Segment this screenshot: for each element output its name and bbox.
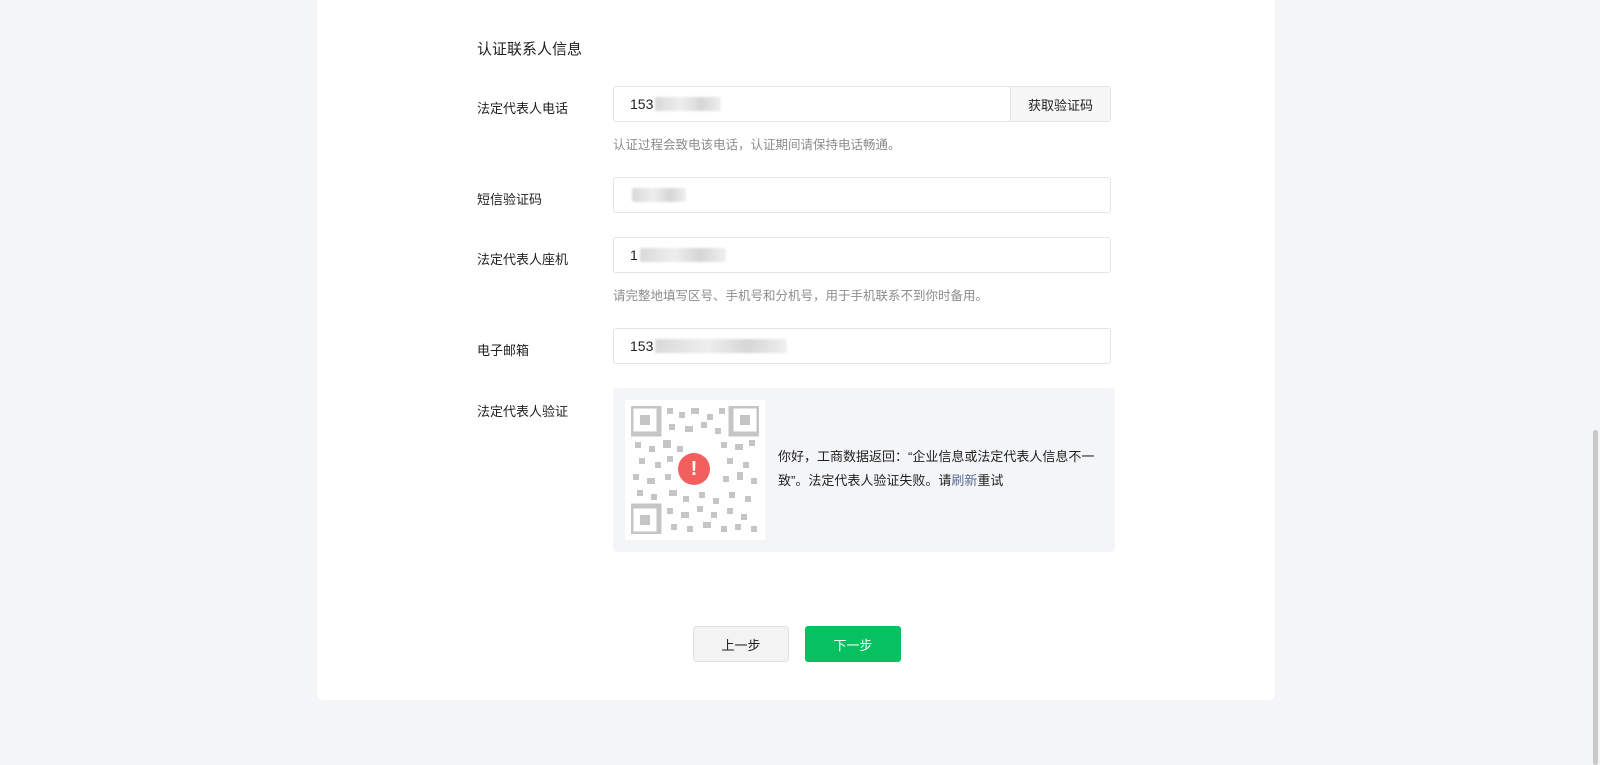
sms-code-input[interactable]	[613, 177, 1111, 213]
next-step-button[interactable]: 下一步	[805, 626, 901, 662]
form-card: 认证联系人信息 法定代表人电话 153 获取验证码 认证过程会致电该电话，认证期…	[317, 0, 1275, 700]
email-value: 153	[630, 338, 654, 354]
previous-step-button[interactable]: 上一步	[693, 626, 789, 662]
redacted-mask	[655, 97, 722, 111]
warning-icon: !	[678, 453, 710, 485]
section-title: 认证联系人信息	[477, 41, 583, 58]
landline-value: 1	[630, 247, 638, 263]
redacted-mask	[632, 188, 686, 202]
qr-code-icon: !	[625, 400, 765, 540]
redacted-mask	[655, 339, 788, 353]
page: 认证联系人信息 法定代表人电话 153 获取验证码 认证过程会致电该电话，认证期…	[0, 0, 1600, 765]
verification-message-text: 你好，工商数据返回：“企业信息或法定代表人信息不一致”。法定代表人验证失败。请	[778, 449, 1095, 488]
verification-message-suffix: 重试	[977, 473, 1004, 488]
verification-message: 你好，工商数据返回：“企业信息或法定代表人信息不一致”。法定代表人验证失败。请刷…	[778, 445, 1106, 493]
redacted-mask	[639, 248, 726, 262]
verification-panel: ! 你好，工商数据返回：“企业信息或法定代表人信息不一致”。法定代表人验证失败。…	[613, 388, 1115, 552]
verification-label: 法定代表人验证	[477, 404, 569, 419]
phone-input[interactable]: 153	[613, 86, 1010, 122]
landline-hint: 请完整地填写区号、手机号和分机号，用于手机联系不到你时备用。	[613, 289, 989, 303]
refresh-link[interactable]: 刷新	[951, 473, 977, 488]
phone-hint: 认证过程会致电该电话，认证期间请保持电话畅通。	[613, 138, 901, 152]
email-label: 电子邮箱	[477, 343, 530, 358]
scrollbar-thumb[interactable]	[1593, 430, 1598, 765]
sms-label: 短信验证码	[477, 192, 543, 207]
email-input[interactable]: 153	[613, 328, 1111, 364]
landline-label: 法定代表人座机	[477, 252, 569, 267]
vertical-scrollbar[interactable]	[1591, 0, 1600, 765]
phone-value: 153	[630, 96, 654, 112]
get-code-button[interactable]: 获取验证码	[1010, 86, 1111, 122]
landline-input[interactable]: 1	[613, 237, 1111, 273]
phone-label: 法定代表人电话	[477, 101, 569, 116]
